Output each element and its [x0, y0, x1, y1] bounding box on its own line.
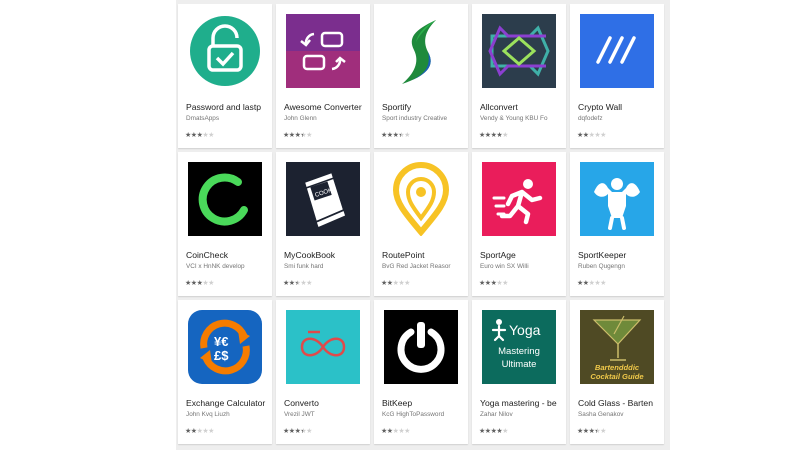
app-card[interactable]: COOK MyCookBook Smi funk hard ★★★★★	[276, 152, 370, 296]
app-title[interactable]: Awesome Converter	[284, 102, 364, 112]
app-rating: ★★★★★	[185, 131, 214, 139]
app-card[interactable]: RoutePoint BvG Red Jacket Reasor ★★★★★	[374, 152, 468, 296]
app-card[interactable]: Sportify Sport industry Creative ★★★★★	[374, 4, 468, 148]
app-title[interactable]: BitKeep	[382, 398, 462, 408]
svg-text:Bartendddic: Bartendddic	[595, 363, 640, 372]
map-pin-icon[interactable]	[384, 162, 458, 236]
app-title[interactable]: Yoga mastering - be	[480, 398, 560, 408]
star-empty-icon: ★	[306, 132, 312, 139]
app-title[interactable]: RoutePoint	[382, 250, 462, 260]
svg-text:£$: £$	[214, 348, 229, 363]
app-title[interactable]: Sportify	[382, 102, 462, 112]
app-card[interactable]: ¥€ £$ Exchange Calculator John Kvq Liuzh…	[178, 300, 272, 444]
app-title[interactable]: Cold Glass - Barten	[578, 398, 658, 408]
cocktail-glass-icon[interactable]: Bartendddic Cocktail Guide	[580, 310, 654, 384]
star-empty-icon: ★	[600, 428, 606, 435]
convert-arrows-icon[interactable]	[286, 14, 360, 88]
star-empty-icon: ★	[306, 280, 312, 287]
app-card[interactable]: Bartendddic Cocktail Guide Cold Glass - …	[570, 300, 664, 444]
svg-text:Mastering: Mastering	[498, 346, 540, 357]
app-title[interactable]: Exchange Calculator	[186, 398, 266, 408]
svg-text:Yoga: Yoga	[509, 322, 541, 338]
star-filled-icon: ★	[288, 280, 295, 287]
app-rating: ★★★★★	[381, 131, 410, 139]
star-empty-icon: ★	[502, 280, 508, 287]
app-card[interactable]: SportAge Euro win SX Willi ★★★★★	[472, 152, 566, 296]
app-title[interactable]: Crypto Wall	[578, 102, 658, 112]
app-title[interactable]: Allconvert	[480, 102, 560, 112]
runner-icon[interactable]	[482, 162, 556, 236]
app-card[interactable]: CoinCheck VCI x HnNK develop ★★★★★	[178, 152, 272, 296]
app-developer[interactable]: Zahar Nilov	[480, 411, 560, 418]
app-title[interactable]: Converto	[284, 398, 364, 408]
app-title[interactable]: MyCookBook	[284, 250, 364, 260]
app-grid: Password and lastp DmatsApps ★★★★★ Aweso…	[178, 4, 668, 444]
app-rating: ★★★★★	[479, 279, 508, 287]
app-developer[interactable]: Vrezil JWT	[284, 411, 364, 418]
app-card[interactable]: Password and lastp DmatsApps ★★★★★	[178, 4, 272, 148]
app-developer[interactable]: Sasha Genakov	[578, 411, 658, 418]
slashes-icon[interactable]	[580, 14, 654, 88]
svg-text:¥€: ¥€	[214, 334, 228, 349]
app-rating: ★★★★★	[283, 131, 312, 139]
app-rating: ★★★★★	[577, 279, 606, 287]
star-empty-icon: ★	[404, 280, 410, 287]
app-developer[interactable]: VCI x HnNK develop	[186, 263, 266, 270]
s-swoosh-icon[interactable]	[384, 14, 458, 88]
app-rating: ★★★★★	[577, 427, 606, 435]
app-rating: ★★★★★	[479, 131, 508, 139]
star-empty-icon: ★	[208, 428, 214, 435]
star-empty-icon: ★	[600, 132, 606, 139]
yoga-icon[interactable]: Yoga Mastering Ultimate	[482, 310, 556, 384]
app-rating: ★★★★★	[381, 427, 410, 435]
star-empty-icon: ★	[502, 428, 508, 435]
app-rating: ★★★★★	[283, 427, 312, 435]
double-arrows-icon[interactable]	[482, 14, 556, 88]
app-rating: ★★★★★	[479, 427, 508, 435]
star-empty-icon: ★	[404, 428, 410, 435]
app-title[interactable]: SportKeeper	[578, 250, 658, 260]
app-title[interactable]: Password and lastp	[186, 102, 266, 112]
app-developer[interactable]: Smi funk hard	[284, 263, 364, 270]
app-developer[interactable]: Euro win SX Willi	[480, 263, 560, 270]
app-rating: ★★★★★	[381, 279, 410, 287]
app-developer[interactable]: John Kvq Liuzh	[186, 411, 266, 418]
app-title[interactable]: CoinCheck	[186, 250, 266, 260]
app-title[interactable]: SportAge	[480, 250, 560, 260]
loading-ring-icon[interactable]	[188, 162, 262, 236]
app-card[interactable]: Yoga Mastering Ultimate Yoga mastering -…	[472, 300, 566, 444]
app-rating: ★★★★★	[283, 279, 312, 287]
svg-text:Cocktail Guide: Cocktail Guide	[590, 372, 644, 381]
app-developer[interactable]: Sport industry Creative	[382, 115, 462, 122]
app-developer[interactable]: Vendy & Young KBU Fo	[480, 115, 560, 122]
app-developer[interactable]: Ruben Qugengn	[578, 263, 658, 270]
star-empty-icon: ★	[404, 132, 410, 139]
star-empty-icon: ★	[600, 280, 606, 287]
app-card[interactable]: Awesome Converter John Glenn ★★★★★	[276, 4, 370, 148]
app-card[interactable]: SportKeeper Ruben Qugengn ★★★★★	[570, 152, 664, 296]
app-developer[interactable]: John Glenn	[284, 115, 364, 122]
star-empty-icon: ★	[502, 132, 508, 139]
app-developer[interactable]: BvG Red Jacket Reasor	[382, 263, 462, 270]
power-ring-icon[interactable]	[384, 310, 458, 384]
svg-text:Ultimate: Ultimate	[502, 359, 537, 370]
padlock-check-icon[interactable]	[188, 14, 262, 88]
app-developer[interactable]: dqfodefz	[578, 115, 658, 122]
app-card[interactable]: Allconvert Vendy & Young KBU Fo ★★★★★	[472, 4, 566, 148]
app-rating: ★★★★★	[185, 279, 214, 287]
app-developer[interactable]: DmatsApps	[186, 115, 266, 122]
muscle-man-icon[interactable]	[580, 162, 654, 236]
app-rating: ★★★★★	[185, 427, 214, 435]
infinity-loop-icon[interactable]	[286, 310, 360, 384]
cookbook-icon[interactable]: COOK	[286, 162, 360, 236]
currency-exchange-icon[interactable]: ¥€ £$	[188, 310, 262, 384]
star-empty-icon: ★	[306, 428, 312, 435]
app-card[interactable]: BitKeep KcG HighToPassword ★★★★★	[374, 300, 468, 444]
star-empty-icon: ★	[208, 280, 214, 287]
app-card[interactable]: Converto Vrezil JWT ★★★★★	[276, 300, 370, 444]
app-card[interactable]: Crypto Wall dqfodefz ★★★★★	[570, 4, 664, 148]
star-empty-icon: ★	[208, 132, 214, 139]
app-rating: ★★★★★	[577, 131, 606, 139]
app-developer[interactable]: KcG HighToPassword	[382, 411, 462, 418]
